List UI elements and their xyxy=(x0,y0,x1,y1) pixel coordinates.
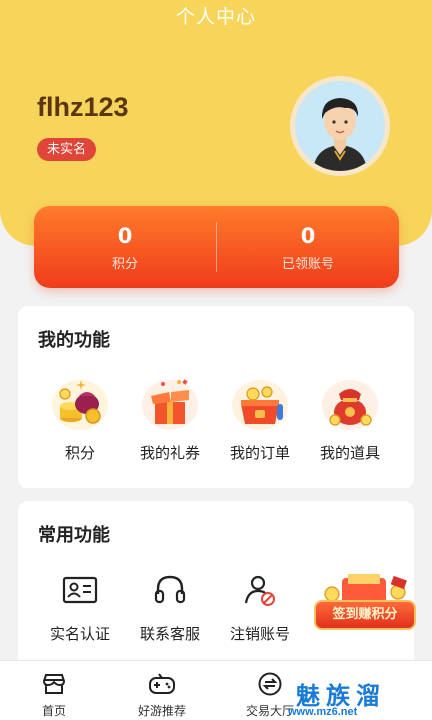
headset-icon xyxy=(139,571,201,609)
username: flhz123 xyxy=(37,92,129,122)
verify-status-badge[interactable]: 未实名 xyxy=(37,138,97,161)
feature-my-orders-label: 我的订单 xyxy=(229,444,290,462)
stat-points-label: 积分 xyxy=(111,256,138,272)
common-functions-title: 常用功能 xyxy=(38,525,110,546)
my-functions-row: 积分 我的礼券 我的订单 我的道具 xyxy=(35,374,395,463)
feature-my-coupons[interactable]: 我的礼券 xyxy=(125,374,215,463)
stats-card: 0 积分 0 已领账号 xyxy=(34,206,399,288)
feature-points-label: 积分 xyxy=(64,444,95,462)
feature-real-name-verify-label: 实名认证 xyxy=(49,625,110,643)
watermark: 魅族溜 www.mz6.net xyxy=(288,676,428,720)
feature-my-items[interactable]: 我的道具 xyxy=(305,374,395,463)
id-card-icon xyxy=(49,571,111,609)
tab-game-recommend-label: 好游推荐 xyxy=(137,704,186,718)
store-icon xyxy=(40,671,68,697)
stat-claimed-accounts-label: 已领账号 xyxy=(281,256,334,272)
sign-in-points-badge[interactable]: 签到赚积分 xyxy=(312,570,418,636)
avatar[interactable] xyxy=(290,76,390,176)
treasure-bag-icon xyxy=(319,374,381,432)
tab-game-recommend[interactable]: 好游推荐 xyxy=(108,661,216,720)
coins-icon xyxy=(49,374,111,432)
stat-claimed-accounts-value: 0 xyxy=(300,223,316,248)
gift-box-icon xyxy=(139,374,201,432)
feature-real-name-verify[interactable]: 实名认证 xyxy=(35,569,125,644)
feature-points[interactable]: 积分 xyxy=(35,374,125,463)
avatar-image xyxy=(295,81,385,171)
page-title: 个人中心 xyxy=(175,6,256,28)
watermark-url: www.mz6.net xyxy=(288,706,358,718)
feature-my-coupons-label: 我的礼券 xyxy=(139,444,200,462)
feature-contact-support[interactable]: 联系客服 xyxy=(125,569,215,644)
feature-cancel-account[interactable]: 注销账号 xyxy=(215,569,305,644)
feature-my-orders[interactable]: 我的订单 xyxy=(215,374,305,463)
feature-my-items-label: 我的道具 xyxy=(319,444,380,462)
order-box-icon xyxy=(229,374,291,432)
tab-trading-hall-label: 交易大厅 xyxy=(245,704,294,718)
gamepad-icon xyxy=(148,671,176,697)
user-cancel-icon xyxy=(229,571,291,609)
my-functions-title: 我的功能 xyxy=(38,330,110,351)
exchange-icon xyxy=(256,671,284,697)
sign-in-points-label: 签到赚积分 xyxy=(314,600,416,630)
stat-points-value: 0 xyxy=(117,223,133,248)
stat-points[interactable]: 0 积分 xyxy=(34,223,216,272)
my-functions-panel: 我的功能 积分 我的礼券 我的订单 我的道具 xyxy=(18,306,414,488)
tab-home[interactable]: 首页 xyxy=(0,661,108,720)
stat-claimed-accounts[interactable]: 0 已领账号 xyxy=(217,223,399,272)
feature-contact-support-label: 联系客服 xyxy=(139,625,200,643)
feature-cancel-account-label: 注销账号 xyxy=(229,625,290,643)
tab-home-label: 首页 xyxy=(41,704,66,718)
